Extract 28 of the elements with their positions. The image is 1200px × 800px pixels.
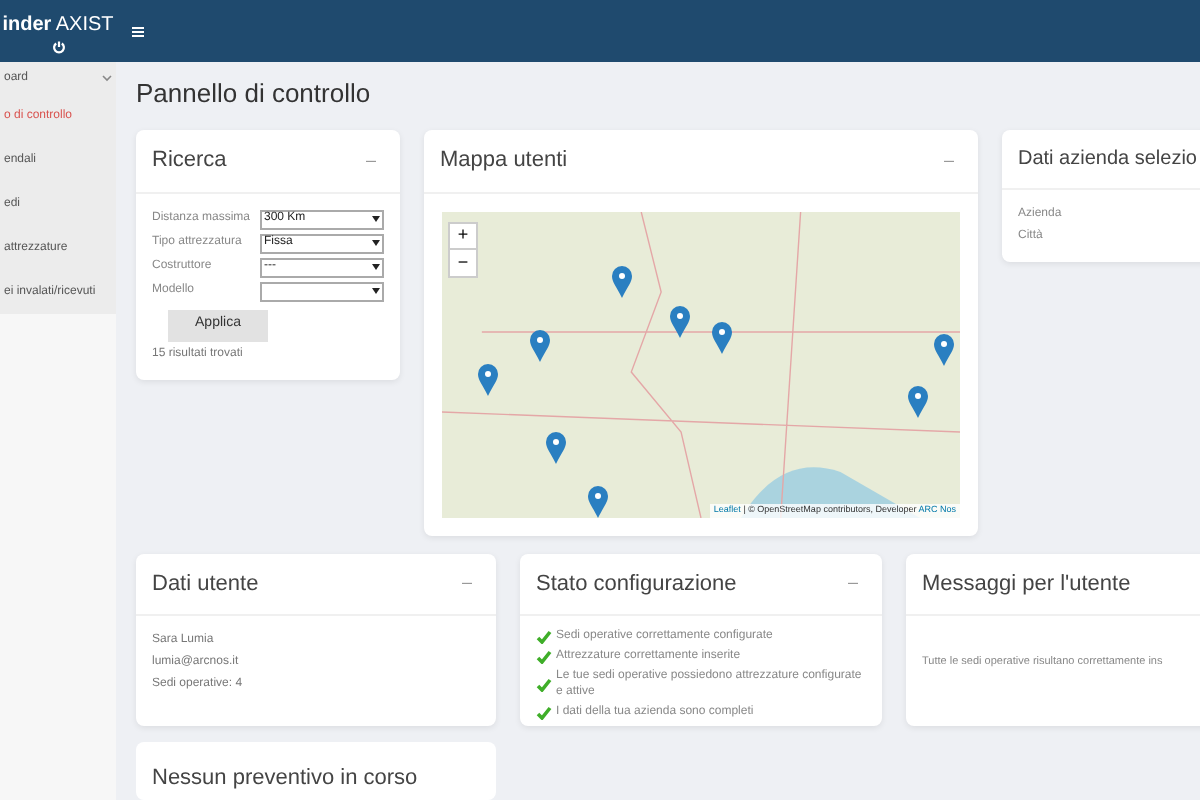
- card-title: Ricerca: [152, 146, 227, 176]
- zoom-out-button[interactable]: −: [450, 249, 476, 275]
- map-pin-icon[interactable]: [711, 321, 732, 354]
- card-title: Messaggi per l'utente: [922, 569, 1131, 599]
- caret-icon: [372, 264, 380, 270]
- caret-icon: [372, 288, 380, 294]
- page-title: Pannello di controllo: [136, 76, 373, 110]
- map-pin-icon[interactable]: [587, 486, 608, 517]
- select-field[interactable]: [260, 281, 384, 301]
- map-pin-icon[interactable]: [545, 431, 566, 464]
- map-pin-icon[interactable]: [908, 385, 929, 418]
- power-icon[interactable]: [51, 39, 65, 53]
- card-title: Mappa utenti: [440, 146, 568, 176]
- map-pin-icon[interactable]: [530, 330, 551, 363]
- card-title: Nessun preventivo in corso: [152, 765, 418, 789]
- brand-logo: inder AXIST: [2, 11, 114, 39]
- map-pin-icon[interactable]: [934, 333, 955, 366]
- chevron-icon: [102, 74, 112, 82]
- card-title: Dati utente: [152, 569, 259, 599]
- caret-icon: [372, 216, 380, 222]
- map-pin-icon[interactable]: [478, 364, 499, 396]
- card-title: Dati azienda selezio: [1018, 146, 1197, 174]
- map-pin-icon[interactable]: [612, 266, 633, 299]
- zoom-in-button[interactable]: +: [450, 223, 476, 249]
- card-title: Stato configurazione: [536, 569, 737, 599]
- caret-icon: [372, 240, 380, 246]
- menu-icon[interactable]: [132, 25, 144, 37]
- map-pin-icon[interactable]: [669, 305, 690, 338]
